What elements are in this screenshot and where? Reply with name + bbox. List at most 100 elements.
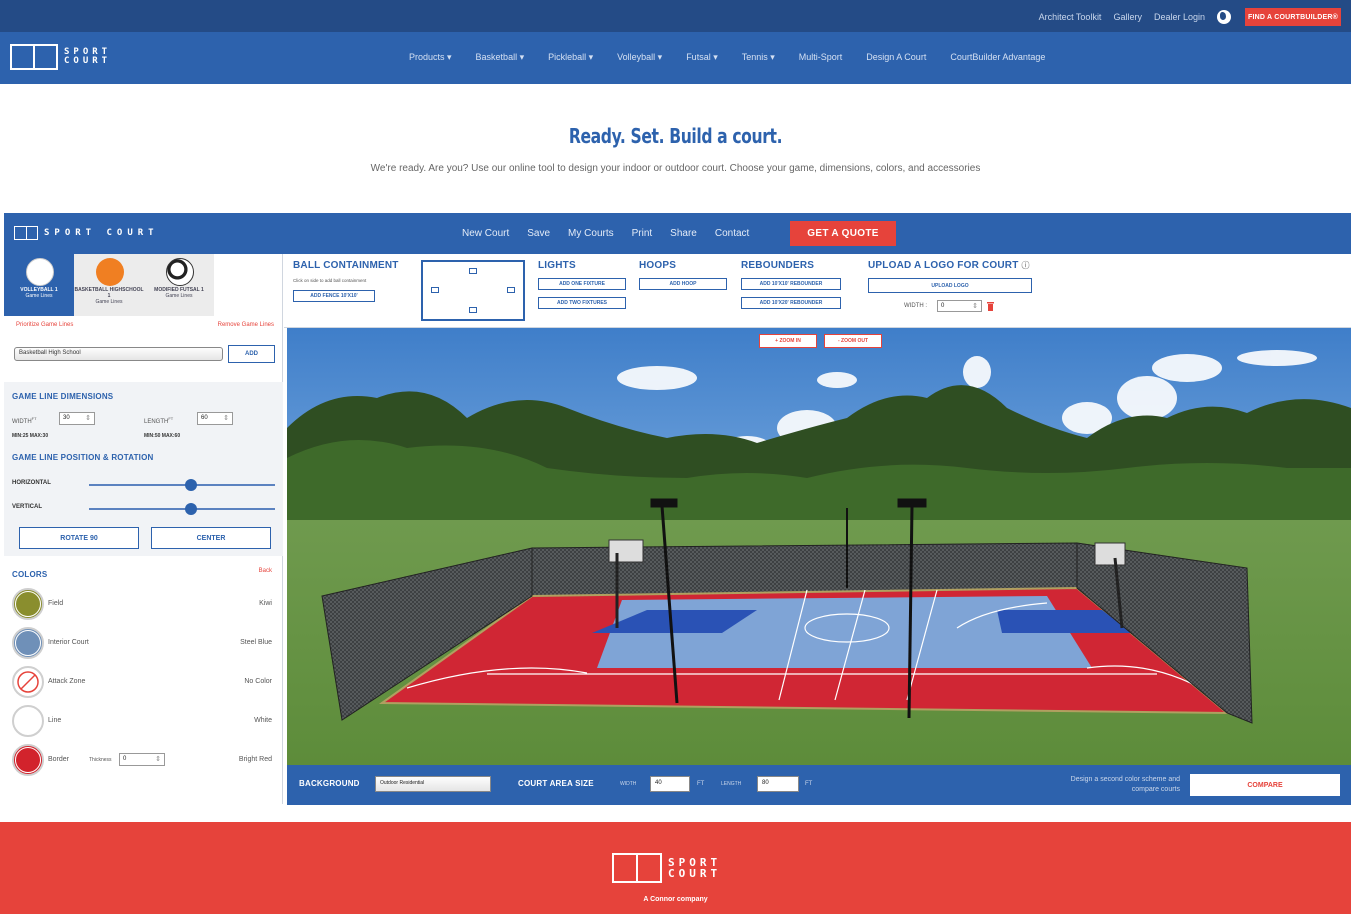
add-fence-button[interactable]: ADD FENCE 10'X10' [293, 290, 375, 302]
save-link[interactable]: Save [527, 228, 550, 239]
interior-court-color-label: Interior Court [48, 639, 89, 646]
info-icon[interactable]: ⓘ [1022, 261, 1030, 270]
main-nav-item[interactable]: Design A Court [866, 52, 926, 63]
main-nav-item[interactable]: Pickleball ▾ [548, 52, 593, 63]
line-color-label: Line [48, 717, 62, 724]
fence-left-side[interactable] [431, 287, 439, 293]
line-color-swatch[interactable] [12, 705, 44, 737]
background-label: BACKGROUND [299, 779, 360, 788]
fence-top-side[interactable] [469, 268, 477, 274]
field-color-value: Kiwi [259, 600, 272, 607]
center-button[interactable]: CENTER [151, 527, 271, 549]
my-courts-link[interactable]: My Courts [568, 228, 614, 239]
fence-side-selector[interactable] [421, 260, 525, 321]
fence-bottom-side[interactable] [469, 307, 477, 313]
bottom-settings-bar: BACKGROUND Outdoor Residential COURT ARE… [287, 765, 1351, 805]
line-color-value: White [254, 717, 272, 724]
area-width-label: WIDTH [620, 781, 637, 787]
court-area-size-label: COURT AREA SIZE [518, 779, 594, 788]
utility-links: Architect Toolkit Gallery Dealer Login [1039, 10, 1231, 24]
accessories-toolbar: BALL CONTAINMENT Click on side to add ba… [284, 254, 1351, 328]
add-one-fixture-button[interactable]: ADD ONE FIXTURE [538, 278, 626, 290]
border-color-swatch[interactable] [12, 744, 44, 776]
attack-zone-color-label: Attack Zone [48, 678, 86, 685]
zoom-out-button[interactable]: - ZOOM OUT [824, 334, 882, 348]
horizontal-label: HORIZONTAL [12, 480, 51, 486]
upload-logo-button[interactable]: UPLOAD LOGO [868, 278, 1032, 293]
hero-title: Ready. Set. Build a court. [568, 124, 783, 148]
remove-game-lines-link[interactable]: Remove Game Lines [218, 322, 274, 328]
main-nav-list: Products ▾ Basketball ▾ Pickleball ▾ Volley… [409, 52, 1045, 63]
basketball-icon [96, 258, 124, 286]
colors-title: COLORS [12, 570, 48, 579]
fence-right-side[interactable] [507, 287, 515, 293]
attack-zone-color-swatch[interactable] [12, 666, 44, 698]
vertical-slider-handle[interactable] [185, 503, 198, 515]
gallery-link[interactable]: Gallery [1113, 12, 1142, 22]
hoops-title: HOOPS [639, 260, 677, 271]
court-3d-viewport[interactable]: + ZOOM IN - ZOOM OUT [287, 328, 1351, 765]
width-input[interactable]: 30 [59, 412, 95, 425]
footer-tagline: A Connor company [643, 896, 708, 903]
get-a-quote-button[interactable]: GET A QUOTE [790, 221, 896, 246]
interior-court-color-swatch[interactable] [12, 627, 44, 659]
footer: SPORT COURT A Connor company [0, 822, 1351, 914]
horizontal-slider-handle[interactable] [185, 479, 198, 491]
rotate-90-button[interactable]: ROTATE 90 [19, 527, 139, 549]
share-link[interactable]: Share [670, 228, 697, 239]
ball-containment-hint: Click on side to add ball containment [293, 278, 367, 283]
interior-court-color-value: Steel Blue [240, 639, 272, 646]
area-width-unit: FT [697, 781, 705, 787]
area-length-input[interactable]: 80 [757, 776, 799, 792]
find-courtbuilder-button[interactable]: FIND A COURTBUILDER® [1245, 8, 1341, 26]
new-court-link[interactable]: New Court [462, 228, 509, 239]
area-width-input[interactable]: 40 [650, 776, 690, 792]
tab-futsal[interactable]: MODIFIED FUTSAL 1 Game Lines [144, 254, 214, 316]
add-10x20-rebounder-button[interactable]: ADD 10'X20' REBOUNDER [741, 297, 841, 309]
thickness-label: Thickness [89, 757, 112, 763]
compare-button[interactable]: COMPARE [1190, 774, 1340, 796]
footer-logo-line2: COURT [668, 867, 722, 880]
game-lines-select[interactable]: Basketball High School [14, 347, 223, 361]
no-color-icon [17, 671, 39, 693]
architect-toolkit-link[interactable]: Architect Toolkit [1039, 12, 1102, 22]
length-input[interactable]: 60 [197, 412, 233, 425]
footer-logo[interactable]: SPORT COURT [612, 853, 721, 883]
border-color-label: Border [48, 756, 70, 763]
print-link[interactable]: Print [632, 228, 653, 239]
vertical-slider[interactable] [89, 503, 275, 515]
colors-back-link[interactable]: Back [259, 568, 272, 574]
thickness-input[interactable]: 0 [119, 753, 165, 766]
left-panel: VOLLEYBALL 1 Game Lines BASKETBALL HIGHS… [4, 254, 283, 804]
main-nav-item[interactable]: Futsal ▾ [686, 52, 718, 63]
main-nav-item[interactable]: Basketball ▾ [476, 52, 525, 63]
add-two-fixtures-button[interactable]: ADD TWO FIXTURES [538, 297, 626, 309]
tab-basketball[interactable]: BASKETBALL HIGHSCHOOL 1 Game Lines [74, 254, 144, 316]
trash-icon[interactable] [986, 300, 995, 312]
field-color-swatch[interactable] [12, 588, 44, 620]
prioritize-game-lines-link[interactable]: Prioritize Game Lines [16, 322, 73, 328]
globe-icon[interactable] [1217, 10, 1231, 24]
horizontal-slider[interactable] [89, 479, 275, 491]
main-nav-item[interactable]: Products ▾ [409, 52, 452, 63]
add-10x10-rebounder-button[interactable]: ADD 10'X10' REBOUNDER [741, 278, 841, 290]
logo-width-input[interactable]: 0 [937, 300, 982, 312]
vertical-label: VERTICAL [12, 504, 42, 510]
add-hoop-button[interactable]: ADD HOOP [639, 278, 727, 290]
background-select[interactable]: Outdoor Residential [375, 776, 491, 792]
logo-text-line2: COURT [64, 56, 112, 66]
volleyball-icon [26, 258, 54, 286]
main-nav-item[interactable]: Volleyball ▾ [617, 52, 662, 63]
main-nav-item[interactable]: CourtBuilder Advantage [950, 52, 1045, 63]
contact-link[interactable]: Contact [715, 228, 749, 239]
tab-volleyball[interactable]: VOLLEYBALL 1 Game Lines [4, 254, 74, 316]
main-nav-item[interactable]: Multi-Sport [799, 52, 843, 63]
sport-court-logo[interactable]: SPORT COURT [10, 44, 111, 70]
add-game-lines-button[interactable]: ADD [228, 345, 275, 363]
game-line-links: Prioritize Game Lines Remove Game Lines [16, 322, 274, 328]
app-nav: New Court Save My Courts Print Share Con… [462, 228, 749, 239]
dealer-login-link[interactable]: Dealer Login [1154, 12, 1205, 22]
zoom-in-button[interactable]: + ZOOM IN [759, 334, 817, 348]
app-logo-mark-icon [14, 226, 38, 240]
main-nav-item[interactable]: Tennis ▾ [742, 52, 775, 63]
